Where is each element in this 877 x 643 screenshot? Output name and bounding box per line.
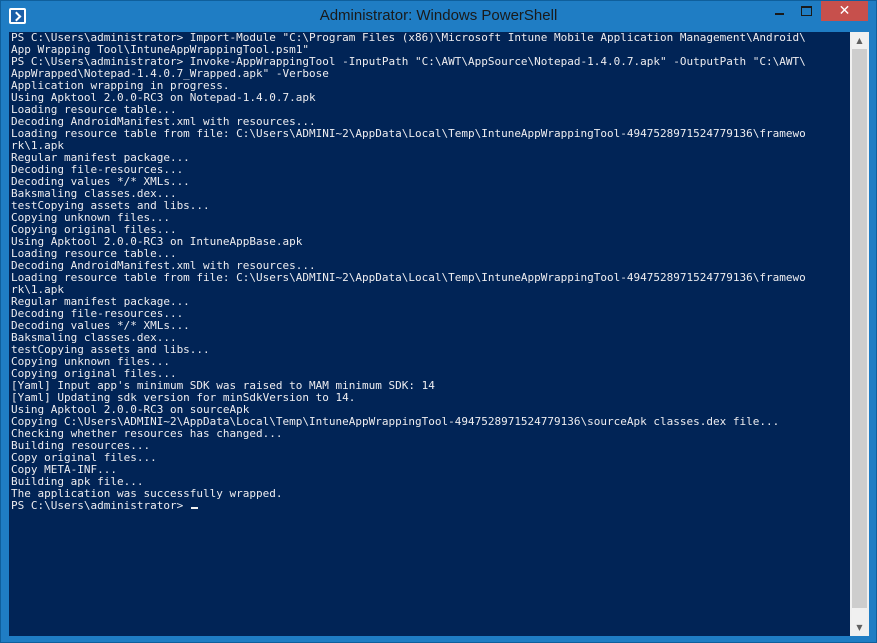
scroll-track[interactable] [850, 49, 869, 619]
minimize-button[interactable] [766, 1, 792, 21]
vertical-scrollbar[interactable]: ▲ ▼ [850, 32, 869, 636]
maximize-button[interactable] [793, 1, 819, 21]
maximize-icon [800, 6, 812, 16]
minimize-icon [774, 13, 784, 15]
text-cursor [190, 507, 198, 509]
console-line: Loading resource table from file: C:\Use… [11, 271, 806, 284]
title-bar[interactable]: Administrator: Windows PowerShell ✕ [1, 1, 876, 32]
scroll-down-arrow-icon: ▼ [856, 623, 863, 632]
console-output: PS C:\Users\administrator> Import-Module… [9, 32, 850, 512]
scroll-thumb[interactable] [852, 49, 867, 608]
close-icon: ✕ [838, 3, 851, 19]
console-prompt: PS C:\Users\administrator> [11, 499, 190, 512]
scroll-up-arrow-icon: ▲ [856, 36, 863, 45]
scroll-up-button[interactable]: ▲ [850, 32, 869, 49]
console-line: Loading resource table from file: C:\Use… [11, 127, 806, 140]
scroll-down-button[interactable]: ▼ [850, 619, 869, 636]
console-area[interactable]: PS C:\Users\administrator> Import-Module… [9, 32, 850, 636]
window-title: Administrator: Windows PowerShell [319, 7, 558, 24]
powershell-window: Administrator: Windows PowerShell ✕ PS C… [0, 0, 877, 643]
close-button[interactable]: ✕ [821, 1, 868, 21]
